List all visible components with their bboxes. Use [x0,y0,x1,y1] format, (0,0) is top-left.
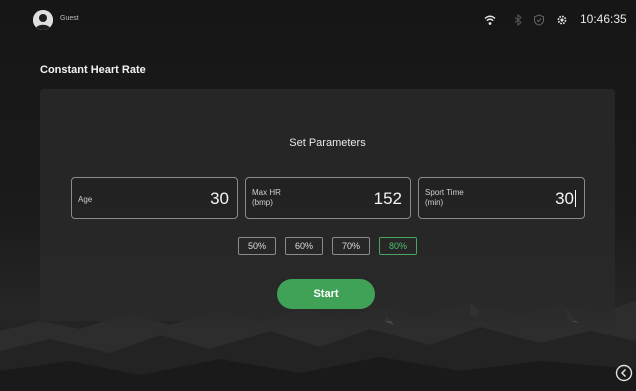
max-hr-field[interactable]: Max HR (bmp) 152 [245,177,411,219]
age-value: 30 [210,189,229,208]
percent-70-button[interactable]: 70% [332,237,370,255]
parameters-panel: Set Parameters Age 30 Max HR (bmp) 152 S… [40,89,615,321]
panel-title: Set Parameters [289,137,366,149]
sport-time-value-wrap: 30 [555,189,576,209]
text-cursor [575,190,576,207]
user-avatar[interactable] [33,10,53,30]
sport-time-label: Sport Time [425,188,464,197]
bluetooth-icon [514,14,522,26]
clock: 10:46:35 [580,12,627,26]
percent-80-button[interactable]: 80% [379,237,417,255]
sport-time-value: 30 [555,189,574,208]
sport-time-field[interactable]: Sport Time (min) 30 [418,177,585,219]
start-button[interactable]: Start [277,279,375,309]
page-title: Constant Heart Rate [40,64,146,76]
user-name-label: Guest [60,15,79,22]
max-hr-unit: (bmp) [252,198,273,207]
percent-50-button[interactable]: 50% [238,237,276,255]
sport-time-unit: (min) [425,198,444,207]
back-icon[interactable] [615,364,633,382]
wifi-icon [484,15,496,25]
age-field[interactable]: Age 30 [71,177,238,219]
shield-icon [534,14,544,26]
max-hr-value: 152 [373,189,402,208]
max-hr-label: Max HR [252,188,281,197]
user-icon [33,10,53,30]
settings-gear-icon[interactable] [556,14,568,26]
age-label: Age [78,195,93,204]
percent-60-button[interactable]: 60% [285,237,323,255]
status-bar: Guest 10:46:35 [0,0,636,30]
